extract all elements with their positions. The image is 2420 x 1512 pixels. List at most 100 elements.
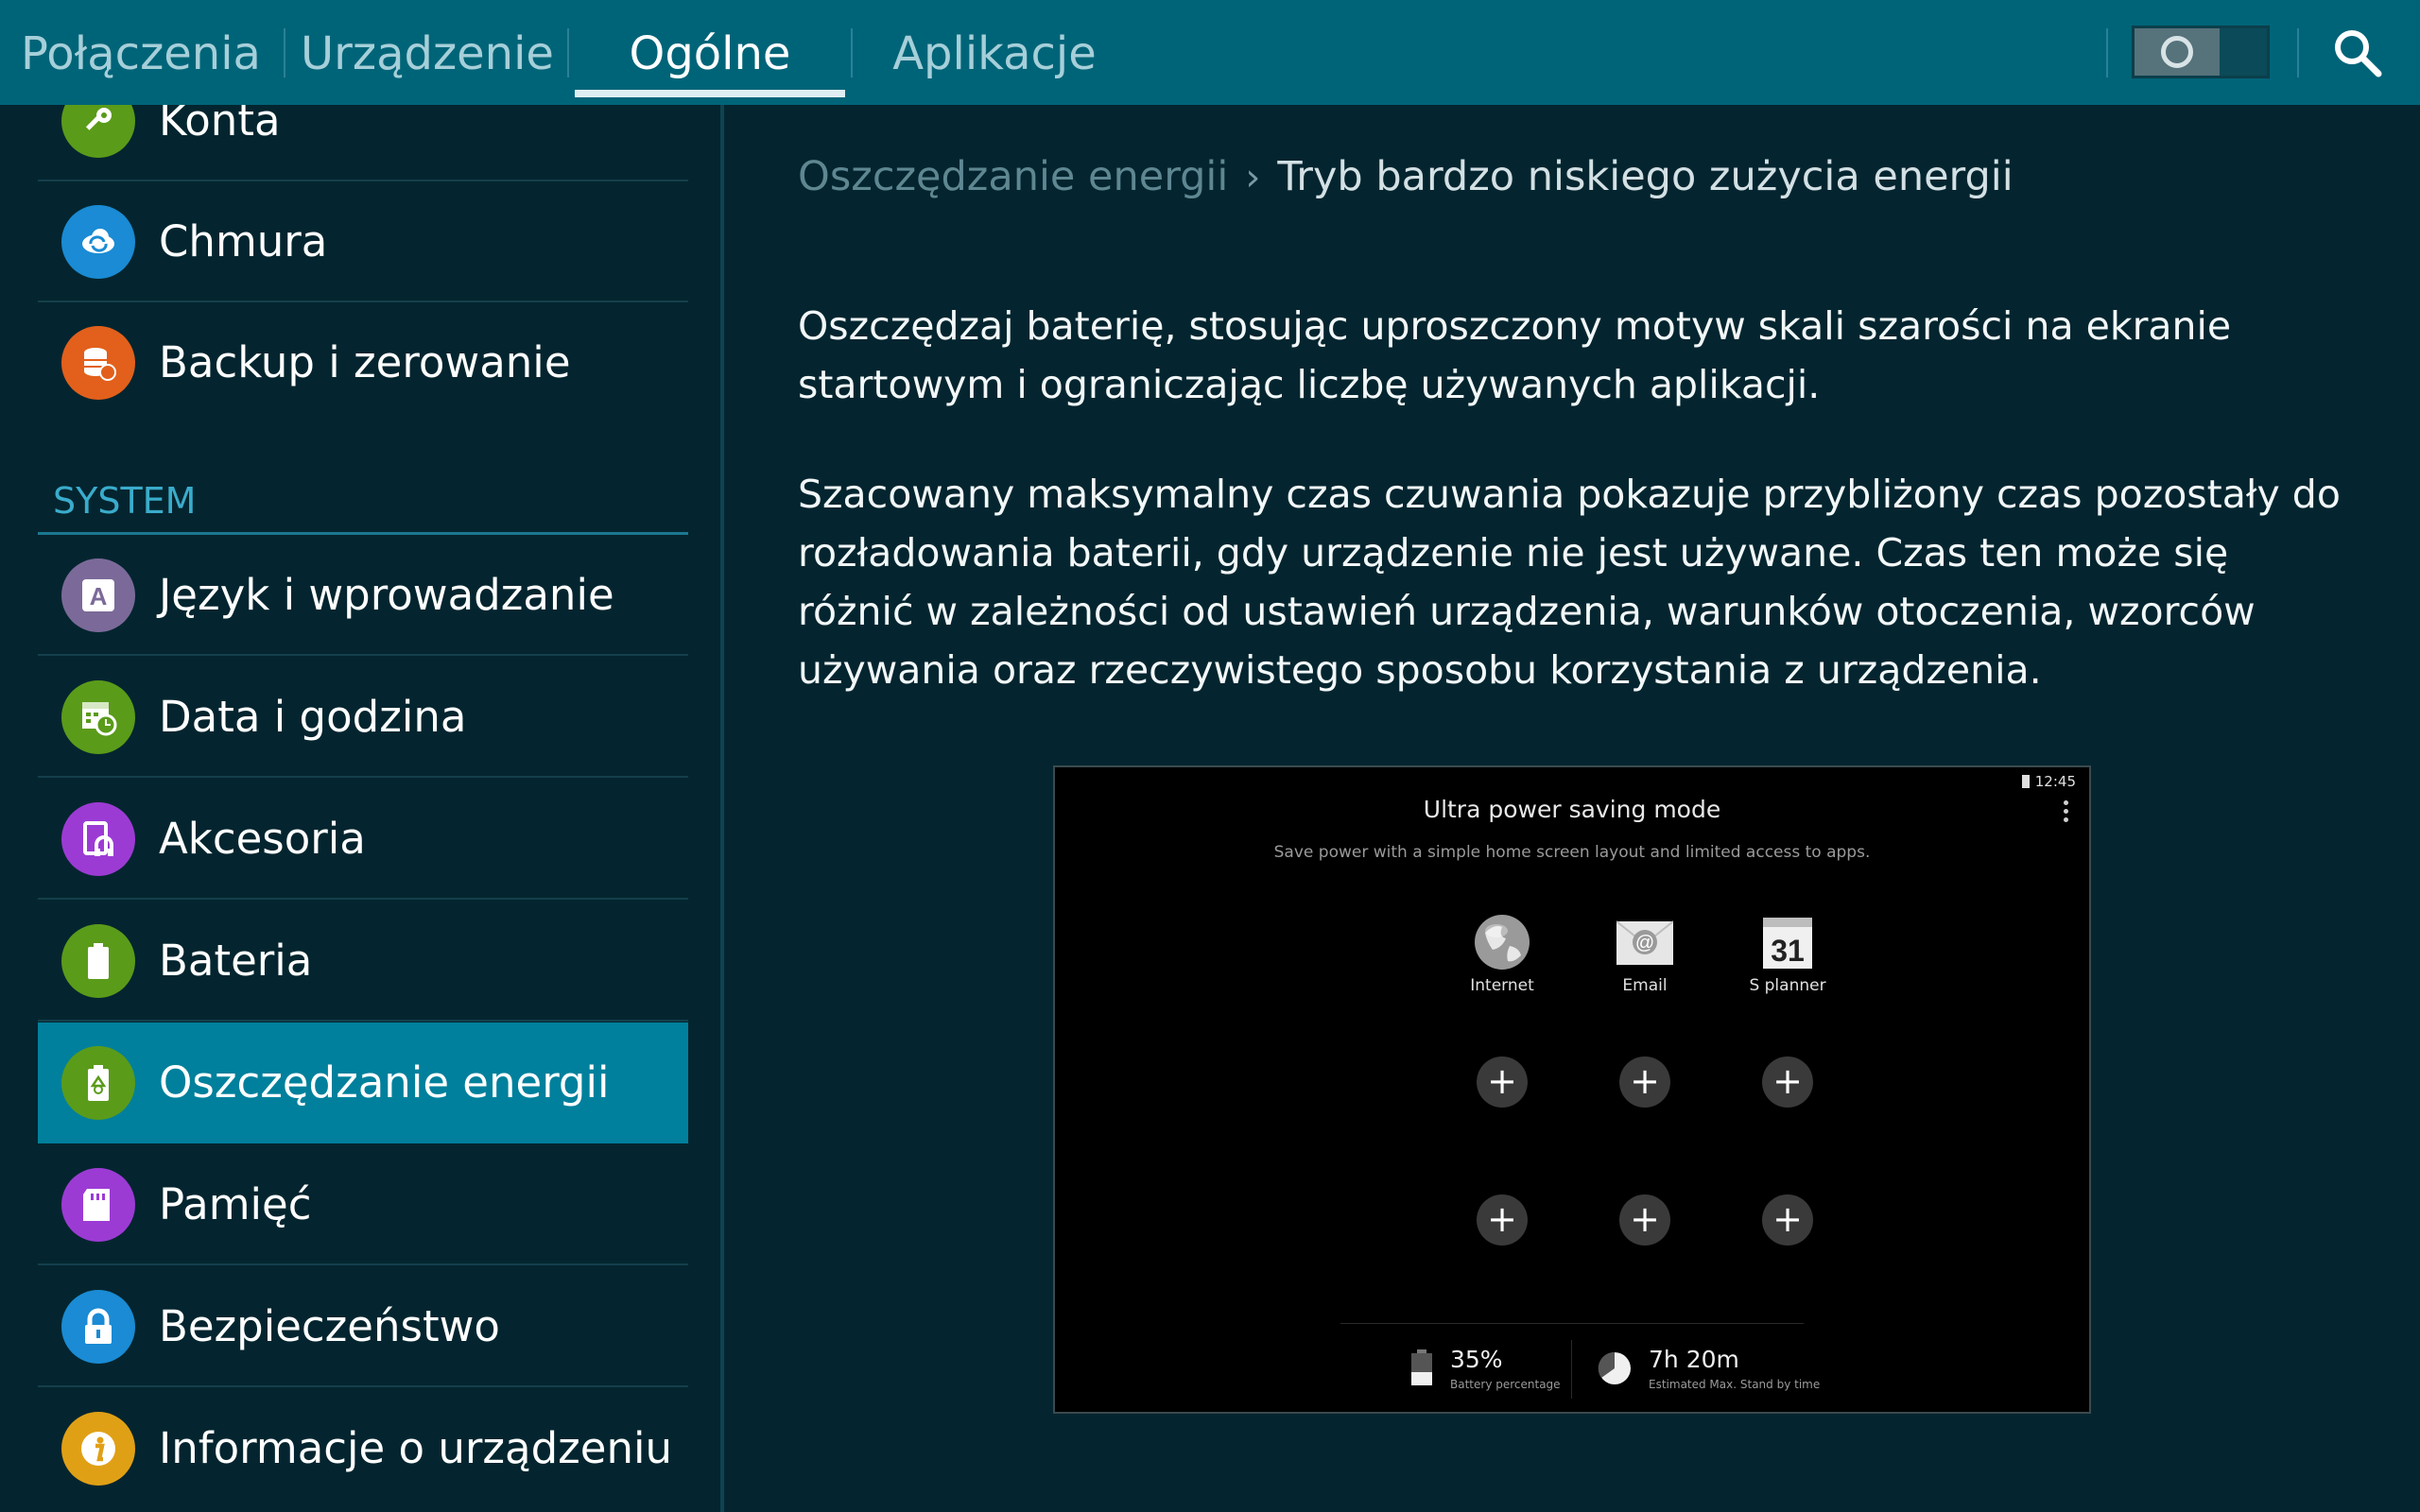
search-icon <box>2335 30 2382 77</box>
sidebar-item-label: Chmura <box>159 216 328 266</box>
accounts-icon-badge <box>61 105 135 158</box>
sidebar-item-accounts[interactable]: Konta <box>38 105 688 181</box>
sidebar-item-battery[interactable]: Bateria <box>38 901 688 1022</box>
preview-app-internet: Internet <box>1431 914 1573 995</box>
add-app-button: + <box>1477 1057 1528 1108</box>
standby-time-label: Estimated Max. Stand by time <box>1649 1378 1821 1391</box>
search-button[interactable] <box>2331 26 2384 79</box>
description-paragraph: Oszczędzaj baterię, stosując uproszczony… <box>798 303 2232 407</box>
top-tab-bar: Połączenia Urządzenie Ogólne Aplikacje <box>0 0 2420 105</box>
preview-status-bar: 12:45 <box>2021 773 2076 790</box>
tab-divider <box>284 28 285 77</box>
sidebar-item-label: Język i wprowadzanie <box>159 570 614 620</box>
sidebar-item-label: Konta <box>159 105 281 146</box>
calendar-icon: 31 <box>1759 914 1816 971</box>
breadcrumb-current: Tryb bardzo niskiego zużycia energii <box>1277 153 2014 200</box>
master-switch[interactable] <box>2132 26 2270 78</box>
tab-divider <box>567 28 569 77</box>
ultra-power-saving-preview: 12:45 Ultra power saving mode Save power… <box>1053 765 2091 1414</box>
globe-icon <box>1474 914 1530 971</box>
standby-time-value: 7h 20m <box>1649 1346 1739 1373</box>
language-icon-badge: A <box>61 558 135 632</box>
date-time-icon-badge <box>61 680 135 754</box>
sidebar-item-label: Data i godzina <box>159 692 467 742</box>
battery-icon-badge <box>61 924 135 998</box>
svg-text:@: @ <box>1635 933 1654 954</box>
battery-percentage-label: Battery percentage <box>1450 1378 1561 1391</box>
pane-divider <box>720 105 724 1512</box>
add-app-button: + <box>1619 1057 1670 1108</box>
battery-level-icon <box>1411 1349 1432 1385</box>
preview-app-s-planner: 31 S planner <box>1717 914 1858 995</box>
section-header-system: SYSTEM <box>53 480 197 522</box>
sidebar-item-security[interactable]: Bezpieczeństwo <box>38 1266 688 1387</box>
add-app-button: + <box>1477 1194 1528 1246</box>
add-app-button: + <box>1619 1194 1670 1246</box>
breadcrumb: Oszczędzanie energii › Tryb bardzo niskieg… <box>798 153 2014 200</box>
preview-clock: 12:45 <box>2034 773 2076 790</box>
switch-off-icon <box>2161 36 2193 68</box>
preview-title: Ultra power saving mode <box>1423 796 1721 823</box>
sd-card-icon <box>83 1189 110 1221</box>
preview-app-label: S planner <box>1749 976 1826 995</box>
key-icon <box>85 108 112 130</box>
tab-device[interactable]: Urządzenie <box>301 0 554 105</box>
add-app-button: + <box>1762 1194 1813 1246</box>
keyboard-a-icon: A <box>82 579 114 611</box>
calendar-day-number: 31 <box>1771 934 1805 968</box>
sidebar-item-label: Akcesoria <box>159 814 366 864</box>
sidebar-item-cloud[interactable]: Chmura <box>38 181 688 302</box>
tab-applications[interactable]: Aplikacje <box>868 0 1121 105</box>
svg-text:A: A <box>90 582 108 610</box>
toolbar-divider <box>2106 28 2108 77</box>
preview-app-email: @ Email <box>1574 914 1716 995</box>
sidebar-item-accessories[interactable]: Akcesoria <box>38 779 688 900</box>
tab-connections[interactable]: Połączenia <box>13 0 268 105</box>
lock-icon <box>85 1308 112 1344</box>
sidebar-item-label: Bateria <box>159 936 313 986</box>
power-saving-icon <box>88 1065 109 1101</box>
preview-divider <box>1340 1323 1804 1324</box>
cloud-icon-badge <box>61 205 135 279</box>
email-icon: @ <box>1616 914 1674 971</box>
backup-icon-badge <box>61 326 135 400</box>
calendar-clock-icon <box>82 702 117 736</box>
standby-time-icon <box>1598 1351 1631 1384</box>
power-saving-icon-badge <box>61 1046 135 1120</box>
toolbar-divider <box>2297 28 2299 77</box>
active-tab-indicator <box>575 90 845 97</box>
accessories-icon-badge <box>61 802 135 876</box>
accessory-icon <box>83 821 113 856</box>
breadcrumb-parent-link[interactable]: Oszczędzanie energii <box>798 153 1228 200</box>
sidebar-item-label: Bezpieczeństwo <box>159 1301 500 1351</box>
storage-icon-badge <box>61 1168 135 1242</box>
sidebar-item-label: Backup i zerowanie <box>159 337 571 387</box>
sidebar-item-date-time[interactable]: Data i godzina <box>38 657 688 778</box>
about-icon-badge <box>61 1412 135 1486</box>
breadcrumb-chevron-icon: › <box>1245 156 1261 199</box>
switch-knob <box>2135 28 2220 76</box>
preview-divider <box>1571 1340 1572 1399</box>
preview-subtitle: Save power with a simple home screen lay… <box>1273 843 1871 862</box>
tab-divider <box>851 28 853 77</box>
preview-app-label: Internet <box>1470 976 1534 995</box>
battery-percentage-value: 35% <box>1450 1346 1503 1373</box>
info-icon <box>81 1432 115 1466</box>
sidebar-item-about-device[interactable]: Informacje o urządzeniu <box>38 1388 688 1509</box>
preview-app-label: Email <box>1622 976 1668 995</box>
sidebar-item-label: Oszczędzanie energii <box>159 1057 610 1108</box>
standby-explanation-paragraph: Szacowany maksymalny czas czuwania pokaz… <box>798 472 2341 693</box>
status-battery-icon <box>2021 775 2030 788</box>
sidebar-item-language-input[interactable]: A Język i wprowadzanie <box>38 535 688 656</box>
security-icon-badge <box>61 1290 135 1364</box>
backup-icon <box>84 348 116 381</box>
sidebar-item-storage[interactable]: Pamięć <box>38 1144 688 1265</box>
settings-list: Konta Chmura Backup i zerowanie SYSTEM A… <box>0 105 720 1512</box>
cloud-sync-icon <box>82 229 114 253</box>
sidebar-item-label: Pamięć <box>159 1179 312 1229</box>
sidebar-item-label: Informacje o urządzeniu <box>159 1423 672 1473</box>
battery-icon <box>88 943 109 979</box>
sidebar-item-backup-reset[interactable]: Backup i zerowanie <box>38 302 688 423</box>
sidebar-item-power-saving[interactable]: Oszczędzanie energii <box>38 1022 688 1143</box>
add-app-button: + <box>1762 1057 1813 1108</box>
